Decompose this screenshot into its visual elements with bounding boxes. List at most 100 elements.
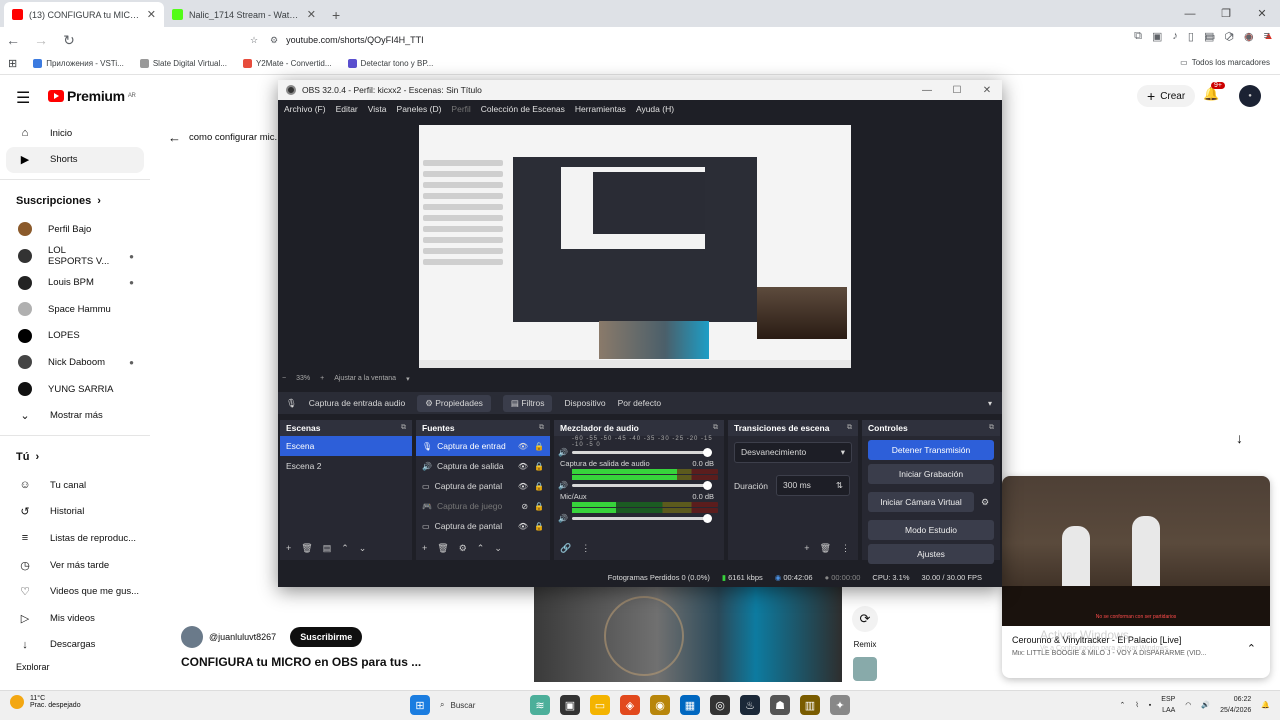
- back-button[interactable]: ← como configurar mic...: [168, 130, 282, 145]
- sidebar-subscription-item[interactable]: LOL ESPORTS V... ●: [0, 243, 150, 270]
- lock-icon[interactable]: 🔒: [534, 502, 544, 511]
- tray-chevron-icon[interactable]: ⌃: [1120, 701, 1126, 709]
- notifications-button[interactable]: 🔔 9+: [1203, 82, 1225, 102]
- sidebar-item-you[interactable]: ♡ Videos que me gus...: [0, 578, 150, 605]
- remix-icon[interactable]: ⟳: [852, 606, 878, 632]
- capture-icon[interactable]: ▣: [1152, 30, 1162, 43]
- lock-icon[interactable]: 🔒: [534, 462, 544, 471]
- obs-menu-item[interactable]: Perfil: [451, 104, 470, 114]
- bookmark-item[interactable]: Приложения - VSTi...: [33, 59, 124, 68]
- fit-window-label[interactable]: Ajustar a la ventana: [334, 375, 396, 383]
- language-indicator[interactable]: ESP LAA: [1161, 694, 1175, 716]
- wifi-icon[interactable]: ◠: [1185, 701, 1191, 709]
- add-icon[interactable]: +: [286, 543, 291, 554]
- account-avatar[interactable]: ●: [1239, 85, 1261, 107]
- speaker-icon[interactable]: 🔊: [558, 448, 568, 457]
- lock-icon[interactable]: 🔒: [534, 482, 544, 491]
- windows-start-icon[interactable]: ⊞: [410, 695, 430, 715]
- zoom-out-icon[interactable]: −: [282, 375, 286, 383]
- dock-undock-icon[interactable]: ⧉: [989, 424, 994, 432]
- reload-icon[interactable]: ↻: [62, 32, 76, 49]
- close-tab-icon[interactable]: ✕: [147, 8, 156, 21]
- speaker-icon[interactable]: 🔊: [558, 514, 568, 523]
- mini-player-video[interactable]: [1002, 476, 1270, 626]
- sidebar-subscription-item[interactable]: YUNG SARRIA: [0, 376, 150, 403]
- filter-icon[interactable]: ▤: [323, 543, 332, 554]
- obs-menu-item[interactable]: Colección de Escenas: [481, 104, 565, 114]
- source-item[interactable]: 🔊 Captura de salida 👁 🔒: [416, 456, 550, 476]
- visibility-eye-icon[interactable]: 👁: [518, 442, 528, 451]
- transition-select[interactable]: Desvanecimiento ▾: [734, 442, 852, 463]
- back-icon[interactable]: ←: [6, 32, 20, 48]
- show-more[interactable]: ⌄ Mostrar más: [0, 402, 150, 429]
- move-up-icon[interactable]: ⌃: [477, 543, 485, 554]
- minimize-icon[interactable]: —: [912, 85, 942, 96]
- volume-knob[interactable]: [702, 514, 712, 523]
- visibility-eye-icon[interactable]: ⊘: [521, 502, 528, 511]
- minimize-icon[interactable]: —: [1172, 0, 1208, 27]
- app-icon-5[interactable]: ☗: [770, 695, 790, 715]
- url-text[interactable]: youtube.com/shorts/QOyFI4H_TTI: [286, 35, 424, 45]
- trash-icon[interactable]: 🗑: [437, 543, 448, 554]
- app-icon-6[interactable]: ▥: [800, 695, 820, 715]
- trash-icon[interactable]: 🗑: [301, 543, 312, 554]
- you-header[interactable]: Tú ›: [0, 442, 150, 472]
- volume-track[interactable]: [571, 481, 712, 490]
- maximize-icon[interactable]: ☐: [942, 85, 972, 96]
- source-item[interactable]: 🎮 Captura de juego ⊘ 🔒: [416, 496, 550, 516]
- dock-undock-icon[interactable]: ⧉: [539, 424, 544, 432]
- scene-item[interactable]: Escena: [280, 436, 412, 456]
- volume-knob[interactable]: [702, 448, 712, 457]
- sidebar-subscription-item[interactable]: Space Hammu: [0, 296, 150, 323]
- move-up-icon[interactable]: ⌃: [341, 543, 349, 554]
- profile-icon[interactable]: ◉: [1244, 30, 1254, 43]
- move-down-icon[interactable]: ⌄: [494, 543, 502, 554]
- wallet-icon[interactable]: ▤: [1204, 30, 1214, 43]
- obs-taskbar-icon[interactable]: ◎: [710, 695, 730, 715]
- dock-undock-icon[interactable]: ⧉: [847, 424, 852, 432]
- taskbar-search[interactable]: ⌕ Buscar: [440, 695, 520, 715]
- start-recording-button[interactable]: Iniciar Grabación: [868, 464, 994, 484]
- tab-kick[interactable]: Nalic_1714 Stream - Watch Live on K ✕: [164, 2, 324, 27]
- file-explorer-icon[interactable]: ▭: [590, 695, 610, 715]
- gpu-icon[interactable]: ▪: [1149, 702, 1151, 709]
- trash-icon[interactable]: 🗑: [820, 543, 831, 554]
- app-icon-3[interactable]: ◉: [650, 695, 670, 715]
- add-icon[interactable]: +: [422, 543, 427, 554]
- virtual-camera-button[interactable]: Iniciar Cámara Virtual: [868, 492, 974, 512]
- scene-item[interactable]: Escena 2: [280, 456, 412, 476]
- sidebar-item-shorts[interactable]: ▶ Shorts: [6, 146, 144, 174]
- gear-icon[interactable]: ⚙: [976, 497, 994, 508]
- sidebar-item-you[interactable]: ↺ Historial: [0, 499, 150, 526]
- omnibox[interactable]: ☆ ⚙ youtube.com/shorts/QOyFI4H_TTI: [250, 30, 990, 50]
- clock[interactable]: 06:22 25/4/2026: [1220, 694, 1251, 716]
- spinner-icon[interactable]: ⇅: [836, 480, 843, 491]
- visibility-eye-icon[interactable]: 👁: [518, 462, 528, 471]
- app-icon-1[interactable]: ≋: [530, 695, 550, 715]
- youtube-logo[interactable]: Premium AR: [48, 88, 136, 104]
- tab-youtube[interactable]: (13) CONFIGURA tu MICRO en O ✕: [4, 2, 164, 27]
- visibility-eye-icon[interactable]: 👁: [518, 482, 528, 491]
- sidebar-subscription-item[interactable]: Louis BPM ●: [0, 269, 150, 296]
- sidebar-icon[interactable]: ▯: [1188, 30, 1194, 43]
- visibility-eye-icon[interactable]: 👁: [518, 522, 528, 531]
- bookmark-item[interactable]: Detectar tono y BP...: [347, 59, 433, 68]
- chevron-down-icon[interactable]: ▾: [406, 375, 410, 383]
- app-icon-4[interactable]: ▦: [680, 695, 700, 715]
- close-icon[interactable]: ✕: [972, 85, 1002, 96]
- duration-input[interactable]: 300 ms ⇅: [776, 475, 851, 496]
- dock-undock-icon[interactable]: ⧉: [401, 424, 406, 432]
- weather-widget[interactable]: 11°C Prac. despejado: [10, 695, 81, 709]
- new-tab-icon[interactable]: +: [324, 7, 348, 27]
- lock-icon[interactable]: 🔒: [534, 442, 544, 451]
- sidebar-subscription-item[interactable]: Perfil Bajo: [0, 216, 150, 243]
- volume-slider[interactable]: 🔊: [554, 481, 724, 490]
- gear-icon[interactable]: ⚙: [459, 543, 467, 554]
- sidebar-item-you[interactable]: ☺ Tu canal: [0, 472, 150, 499]
- forward-icon[interactable]: →: [34, 32, 48, 48]
- move-down-icon[interactable]: ⌄: [359, 543, 367, 554]
- source-item[interactable]: ▭ Captura de pantal 👁 🔒: [416, 476, 550, 496]
- create-button[interactable]: + Crear: [1137, 85, 1196, 107]
- sidebar-subscription-item[interactable]: Nick Daboom ●: [0, 349, 150, 376]
- lock-icon[interactable]: 🔒: [534, 522, 544, 531]
